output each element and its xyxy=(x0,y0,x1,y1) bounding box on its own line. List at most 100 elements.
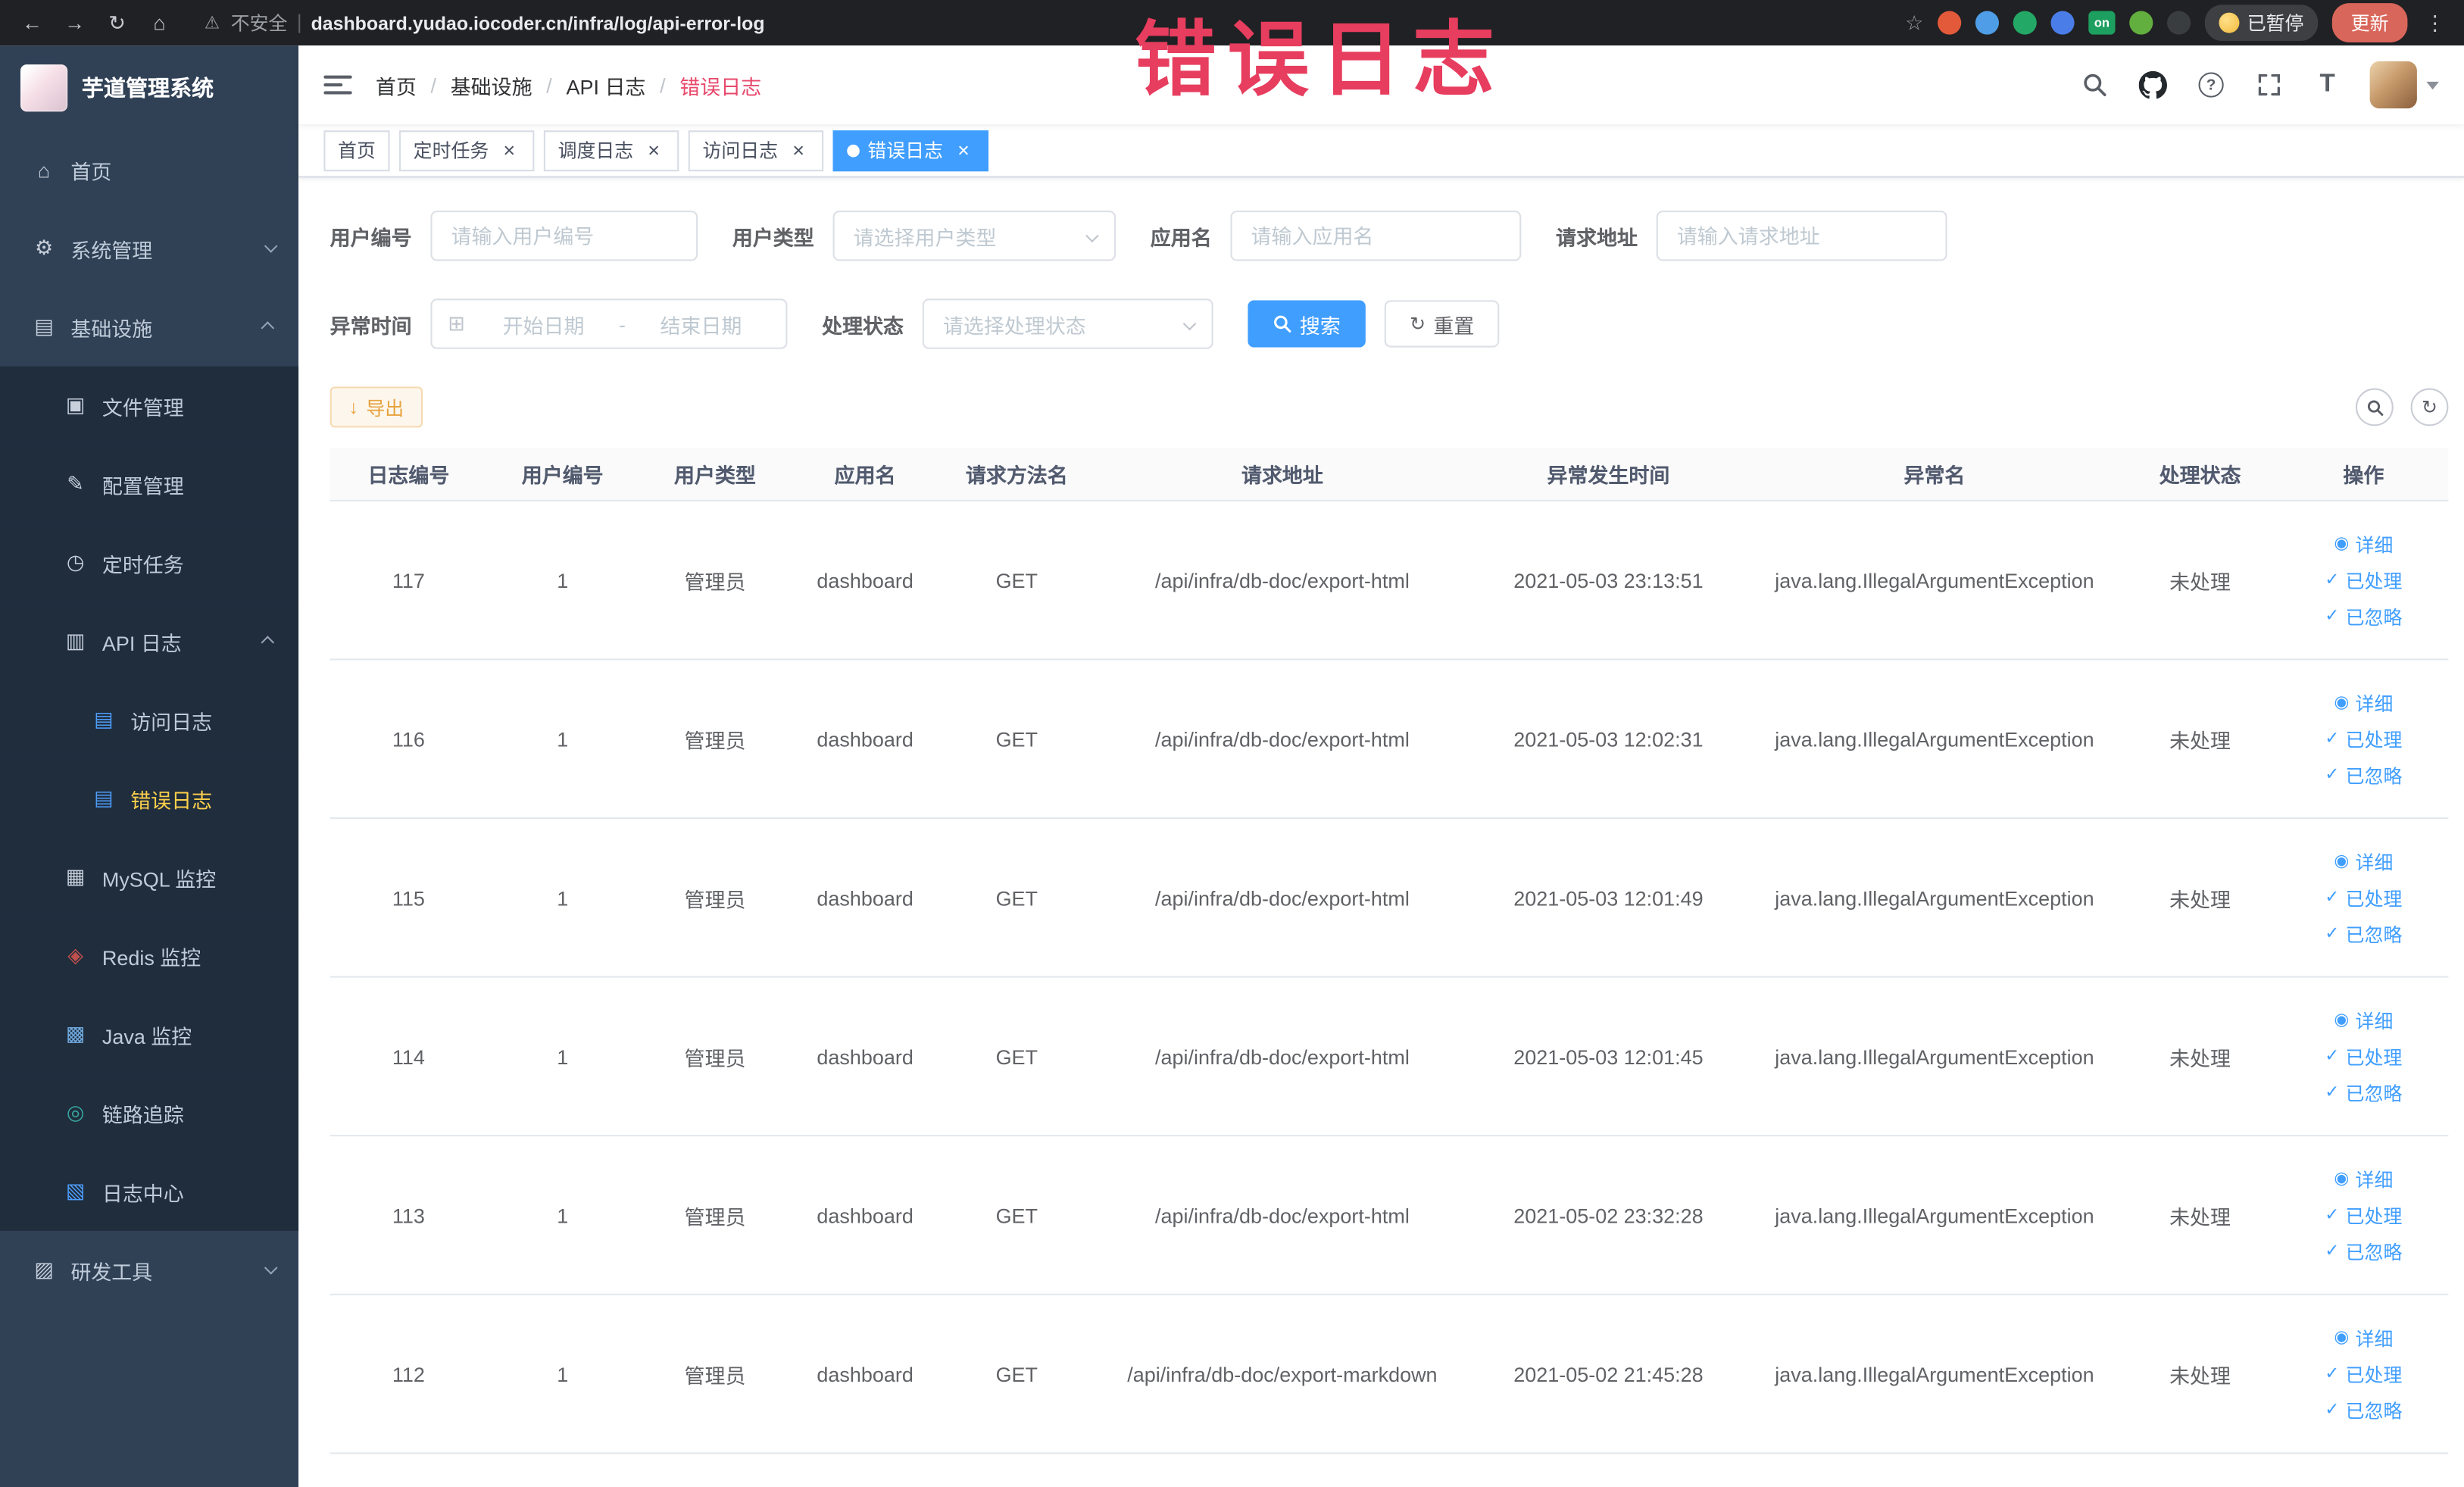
tab-访问日志[interactable]: 访问日志 × xyxy=(688,130,824,171)
ext-paw-dark-icon[interactable] xyxy=(2166,11,2191,35)
hide-search-button[interactable] xyxy=(2355,388,2394,426)
close-icon[interactable]: × xyxy=(952,139,974,161)
user-type-select[interactable]: 请选择用户类型 xyxy=(832,211,1116,261)
tab-调度日志[interactable]: 调度日志 × xyxy=(543,130,679,171)
action-process-link[interactable]: ✓ 已处理 xyxy=(2325,567,2402,593)
request-url-input[interactable] xyxy=(1656,211,1947,261)
fullscreen-icon[interactable] xyxy=(2253,69,2284,101)
sidebar-item-dev-tools[interactable]: ▨ 研发工具 xyxy=(0,1231,298,1310)
sidebar-item-error-log[interactable]: ▤ 错误日志 xyxy=(0,759,299,839)
action-ignore-link[interactable]: ✓ 已忽略 xyxy=(2325,1238,2402,1264)
tab-首页[interactable]: 首页 xyxy=(323,130,390,171)
sidebar-item-file-mgmt[interactable]: ▣ 文件管理 xyxy=(0,366,299,445)
sidebar-item-label: 基础设施 xyxy=(70,317,153,341)
action-detail-link[interactable]: ◉ 详细 xyxy=(2334,530,2393,557)
process-status-select[interactable]: 请选择处理状态 xyxy=(922,298,1213,349)
column-header: 日志编号 xyxy=(367,464,450,488)
tab-错误日志[interactable]: 错误日志 × xyxy=(832,130,989,171)
github-icon[interactable] xyxy=(2138,69,2169,101)
back-icon[interactable]: ← xyxy=(16,6,49,39)
reload-icon[interactable]: ↻ xyxy=(101,6,134,39)
breadcrumb-item[interactable]: 基础设施 xyxy=(451,70,532,99)
hamburger-icon[interactable] xyxy=(323,75,352,95)
sidebar-item-label: 定时任务 xyxy=(101,552,184,576)
action-ignore-link[interactable]: ✓ 已忽略 xyxy=(2325,1079,2402,1106)
search-icon[interactable] xyxy=(2079,69,2110,101)
action-process-link[interactable]: ✓ 已处理 xyxy=(2325,1043,2402,1070)
sidebar-item-java-monitor[interactable]: ▩ Java 监控 xyxy=(0,995,299,1074)
sidebar-item-redis-monitor[interactable]: ◈ Redis 监控 xyxy=(0,916,299,995)
eye-icon: ◉ xyxy=(2334,1168,2350,1188)
user-id-label: 用户编号 xyxy=(329,225,412,249)
export-button[interactable]: ↓ 导出 xyxy=(329,386,423,428)
cell-user-type: 管理员 xyxy=(684,887,746,911)
address-bar[interactable]: ⚠ 不安全 dashboard.yudao.iocoder.cn/infra/l… xyxy=(205,9,1905,36)
exception-time-range-picker[interactable]: ⊞ 开始日期 - 结束日期 xyxy=(430,298,788,349)
sidebar-item-infrastructure[interactable]: ▤ 基础设施 xyxy=(0,288,298,367)
column-header: 请求方法名 xyxy=(965,464,1068,488)
ext-on-badge-icon[interactable]: on xyxy=(2088,11,2116,35)
font-size-icon[interactable]: T xyxy=(2312,69,2343,101)
close-icon[interactable]: × xyxy=(643,139,665,161)
forward-icon[interactable]: → xyxy=(58,6,92,39)
action-ignore-link[interactable]: ✓ 已忽略 xyxy=(2325,920,2402,947)
action-detail-link[interactable]: ◉ 详细 xyxy=(2334,1324,2393,1351)
avatar-dropdown[interactable] xyxy=(2369,61,2439,109)
tab-label: 首页 xyxy=(338,139,376,162)
ext-grid-blue-icon[interactable] xyxy=(2050,11,2075,35)
action-detail-label: 详细 xyxy=(2355,1168,2394,1191)
action-process-link[interactable]: ✓ 已处理 xyxy=(2325,726,2402,752)
ext-circle-red-icon[interactable] xyxy=(1938,11,1962,35)
tab-定时任务[interactable]: 定时任务 × xyxy=(399,130,535,171)
sidebar-item-access-log[interactable]: ▤ 访问日志 xyxy=(0,680,299,760)
sidebar-item-log-center[interactable]: ▧ 日志中心 xyxy=(0,1152,299,1231)
tools-icon: ▨ xyxy=(34,1257,54,1282)
sidebar-item-home[interactable]: ⌂ 首页 xyxy=(0,130,298,209)
action-detail-link[interactable]: ◉ 详细 xyxy=(2334,848,2393,875)
refresh-table-button[interactable]: ↻ xyxy=(2410,388,2449,426)
action-process-link[interactable]: ✓ 已处理 xyxy=(2325,1360,2402,1387)
sidebar-item-mysql-monitor[interactable]: ▦ MySQL 监控 xyxy=(0,838,299,917)
reset-button[interactable]: ↻ 重置 xyxy=(1384,300,1500,348)
config-icon: ✎ xyxy=(67,471,84,495)
action-ignore-link[interactable]: ✓ 已忽略 xyxy=(2325,1397,2402,1423)
sidebar-item-label: Java 监控 xyxy=(101,1023,192,1048)
browser-update-button[interactable]: 更新 xyxy=(2331,3,2408,43)
exception-time-label: 异常时间 xyxy=(329,313,412,338)
breadcrumb-item[interactable]: API 日志 xyxy=(566,70,645,99)
kebab-icon[interactable]: ⋮ xyxy=(2422,10,2448,35)
paused-badge[interactable]: 已暂停 xyxy=(2204,5,2319,41)
help-icon[interactable]: ? xyxy=(2195,69,2226,101)
search-button[interactable]: 搜索 xyxy=(1248,300,1366,348)
close-icon[interactable]: × xyxy=(498,139,520,161)
action-process-link[interactable]: ✓ 已处理 xyxy=(2325,884,2402,911)
eye-icon: ◉ xyxy=(2334,1010,2350,1029)
app-name-input[interactable] xyxy=(1230,211,1522,261)
action-detail-link[interactable]: ◉ 详细 xyxy=(2334,1007,2393,1033)
action-detail-link[interactable]: ◉ 详细 xyxy=(2334,689,2393,716)
action-ignore-link[interactable]: ✓ 已忽略 xyxy=(2325,761,2402,788)
ext-circle-green-icon[interactable] xyxy=(2013,11,2037,35)
ext-drop-blue-icon[interactable] xyxy=(1975,11,1999,35)
sidebar-item-trace[interactable]: ◎ 链路追踪 xyxy=(0,1073,299,1153)
sidebar-item-label: 错误日志 xyxy=(130,788,213,812)
sidebar-item-config-mgmt[interactable]: ✎ 配置管理 xyxy=(0,445,299,524)
cell-time: 2021-05-03 23:13:51 xyxy=(1513,568,1704,592)
star-icon[interactable]: ☆ xyxy=(1905,10,1923,35)
breadcrumb-item[interactable]: 首页 xyxy=(376,70,417,99)
user-id-input[interactable] xyxy=(430,211,698,261)
close-icon[interactable]: × xyxy=(788,139,810,161)
browser-home-icon[interactable]: ⌂ xyxy=(143,6,176,39)
sidebar-item-system-mgmt[interactable]: ⚙ 系统管理 xyxy=(0,209,298,288)
action-process-link[interactable]: ✓ 已处理 xyxy=(2325,1201,2402,1228)
check-icon: ✓ xyxy=(2325,1204,2340,1224)
cell-user-id: 1 xyxy=(557,1362,569,1386)
url-separator xyxy=(298,13,301,33)
action-ignore-link[interactable]: ✓ 已忽略 xyxy=(2325,603,2402,629)
action-detail-link[interactable]: ◉ 详细 xyxy=(2334,1166,2393,1192)
sidebar-item-api-log[interactable]: ▥ API 日志 xyxy=(0,601,299,681)
column-header: 异常名 xyxy=(1903,464,1966,488)
ext-leaf-green-icon[interactable] xyxy=(2129,11,2153,35)
tab-label: 访问日志 xyxy=(702,139,779,162)
sidebar-item-cron-job[interactable]: ◷ 定时任务 xyxy=(0,523,299,602)
